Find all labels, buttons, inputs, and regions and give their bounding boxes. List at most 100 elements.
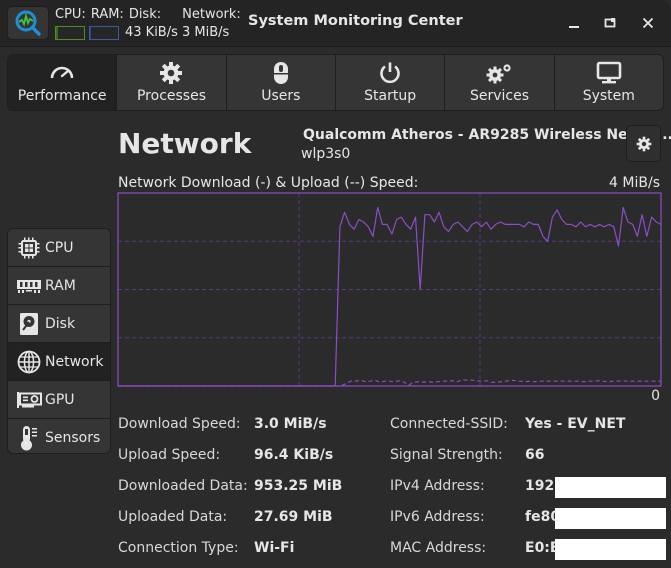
detail-value: 27.69 MiB	[254, 509, 333, 525]
graphics-card-icon	[17, 391, 42, 408]
detail-row: IPv4 Address: 192.	[390, 478, 560, 494]
gear-icon	[636, 136, 651, 151]
network-interface-name: wlp3s0	[301, 146, 351, 162]
detail-label: IPv4 Address:	[390, 478, 485, 494]
mini-network-label: Network:	[182, 7, 241, 22]
network-settings-button[interactable]	[626, 125, 661, 162]
sidebar-item-ram[interactable]: RAM	[8, 267, 110, 305]
close-button[interactable]	[636, 12, 660, 34]
detail-row: Uploaded Data: 27.69 MiB	[118, 509, 333, 525]
mini-cpu-label: CPU:	[55, 7, 86, 22]
header-bar: CPU: RAM: Disk: Network: 43 KiB/s 3 MiB/s S…	[0, 0, 671, 47]
mini-summary-labels: CPU: RAM: Disk: Network:	[55, 7, 246, 22]
tab-system[interactable]: System	[555, 55, 663, 110]
detail-label: IPv6 Address:	[390, 509, 485, 525]
detail-label: Uploaded Data:	[118, 509, 228, 525]
detail-row: Upload Speed: 96.4 KiB/s	[118, 447, 333, 463]
gears-icon	[486, 64, 512, 84]
detail-value: 3.0 MiB/s	[254, 416, 327, 432]
detail-row: MAC Address: E0:B	[390, 540, 561, 556]
chart-title: Network Download (-) & Upload (--) Speed…	[118, 175, 419, 191]
mini-ram-bar	[89, 25, 119, 40]
redaction-block	[555, 477, 666, 498]
sidebar-item-label: RAM	[45, 277, 76, 294]
tab-performance[interactable]: Performance	[8, 55, 118, 110]
series-line-download	[118, 206, 662, 387]
app-menu-button[interactable]	[7, 6, 49, 40]
minimize-button[interactable]	[562, 12, 586, 34]
tab-label: Performance	[17, 88, 107, 104]
tab-label: System	[582, 88, 635, 104]
detail-label: Connection Type:	[118, 540, 239, 556]
sidebar-item-label: Network	[45, 353, 104, 370]
detail-row: IPv6 Address: fe80	[390, 509, 560, 525]
tab-startup[interactable]: Startup	[336, 55, 446, 110]
restore-icon	[604, 18, 616, 28]
sidebar-item-sensors[interactable]: Sensors	[8, 419, 110, 453]
performance-sidebar: CPU RAM Disk Network GPU Sensors	[7, 228, 111, 454]
sidebar-item-gpu[interactable]: GPU	[8, 381, 110, 419]
ram-module-icon	[17, 279, 41, 293]
tab-label: Users	[261, 88, 301, 104]
sidebar-item-label: Sensors	[45, 430, 101, 446]
detail-value: 66	[525, 447, 545, 463]
network-device-name: Qualcomm Atheros - AR9285 Wireless Netwo…	[303, 127, 671, 143]
detail-value: 953.25 MiB	[254, 478, 343, 494]
monitor-icon	[596, 61, 622, 84]
mini-ram-bar-fill	[90, 26, 92, 39]
tab-processes[interactable]: Processes	[117, 55, 227, 110]
tab-label: Services	[469, 88, 529, 104]
detail-label: Download Speed:	[118, 416, 241, 432]
page-title: Network	[118, 127, 252, 160]
thermometer-icon	[21, 426, 37, 451]
detail-row: Signal Strength: 66	[390, 447, 544, 463]
chart-frame	[117, 192, 662, 387]
detail-label: Downloaded Data:	[118, 478, 248, 494]
window-title: System Monitoring Center	[248, 13, 463, 29]
speedometer-icon	[50, 66, 74, 79]
detail-value: Wi-Fi	[254, 540, 295, 556]
sidebar-item-network[interactable]: Network	[8, 343, 110, 381]
sidebar-item-label: CPU	[45, 239, 74, 256]
detail-row: Connected-SSID: Yes - EV_NET	[390, 416, 625, 432]
detail-label: Signal Strength:	[390, 447, 503, 463]
redaction-block	[555, 508, 666, 529]
mini-ram-label: RAM:	[90, 7, 124, 22]
mini-disk-value: 43 KiB/s	[125, 25, 178, 40]
mini-network-value: 3 MiB/s	[182, 25, 230, 40]
sidebar-item-label: Disk	[45, 315, 76, 332]
chart-max-label: 4 MiB/s	[609, 175, 660, 191]
detail-label: MAC Address:	[390, 540, 487, 556]
series-line-upload	[118, 379, 661, 387]
main-tab-bar: Performance Processes Users Startup Serv…	[7, 54, 664, 111]
redaction-block	[555, 539, 666, 560]
restore-button[interactable]	[598, 12, 622, 34]
hard-disk-icon	[20, 312, 38, 335]
tab-users[interactable]: Users	[227, 55, 336, 110]
sidebar-item-cpu[interactable]: CPU	[8, 229, 110, 267]
system-monitor-icon	[15, 10, 41, 36]
detail-row: Downloaded Data: 953.25 MiB	[118, 478, 342, 494]
detail-row: Connection Type: Wi-Fi	[118, 540, 294, 556]
cpu-chip-icon	[18, 237, 40, 258]
close-icon	[642, 17, 654, 29]
detail-row: Download Speed: 3.0 MiB/s	[118, 416, 327, 432]
globe-icon	[17, 350, 41, 373]
mouse-icon	[273, 62, 288, 84]
sidebar-item-label: GPU	[45, 391, 75, 408]
mini-summary-values: 43 KiB/s 3 MiB/s	[55, 25, 229, 40]
mini-cpu-bar	[55, 25, 85, 40]
chart-min-label: 0	[651, 388, 660, 404]
gear-icon	[160, 62, 183, 84]
minimize-icon	[569, 26, 579, 28]
network-speed-chart	[117, 192, 662, 387]
detail-value: 96.4 KiB/s	[254, 447, 334, 463]
mini-disk-label: Disk:	[128, 7, 162, 22]
tab-services[interactable]: Services	[445, 55, 555, 110]
detail-label: Connected-SSID:	[390, 416, 508, 432]
tab-label: Processes	[136, 88, 206, 104]
sidebar-item-disk[interactable]: Disk	[8, 305, 110, 343]
detail-value: Yes - EV_NET	[525, 416, 626, 432]
tab-label: Startup	[364, 88, 417, 104]
detail-label: Upload Speed:	[118, 447, 221, 463]
